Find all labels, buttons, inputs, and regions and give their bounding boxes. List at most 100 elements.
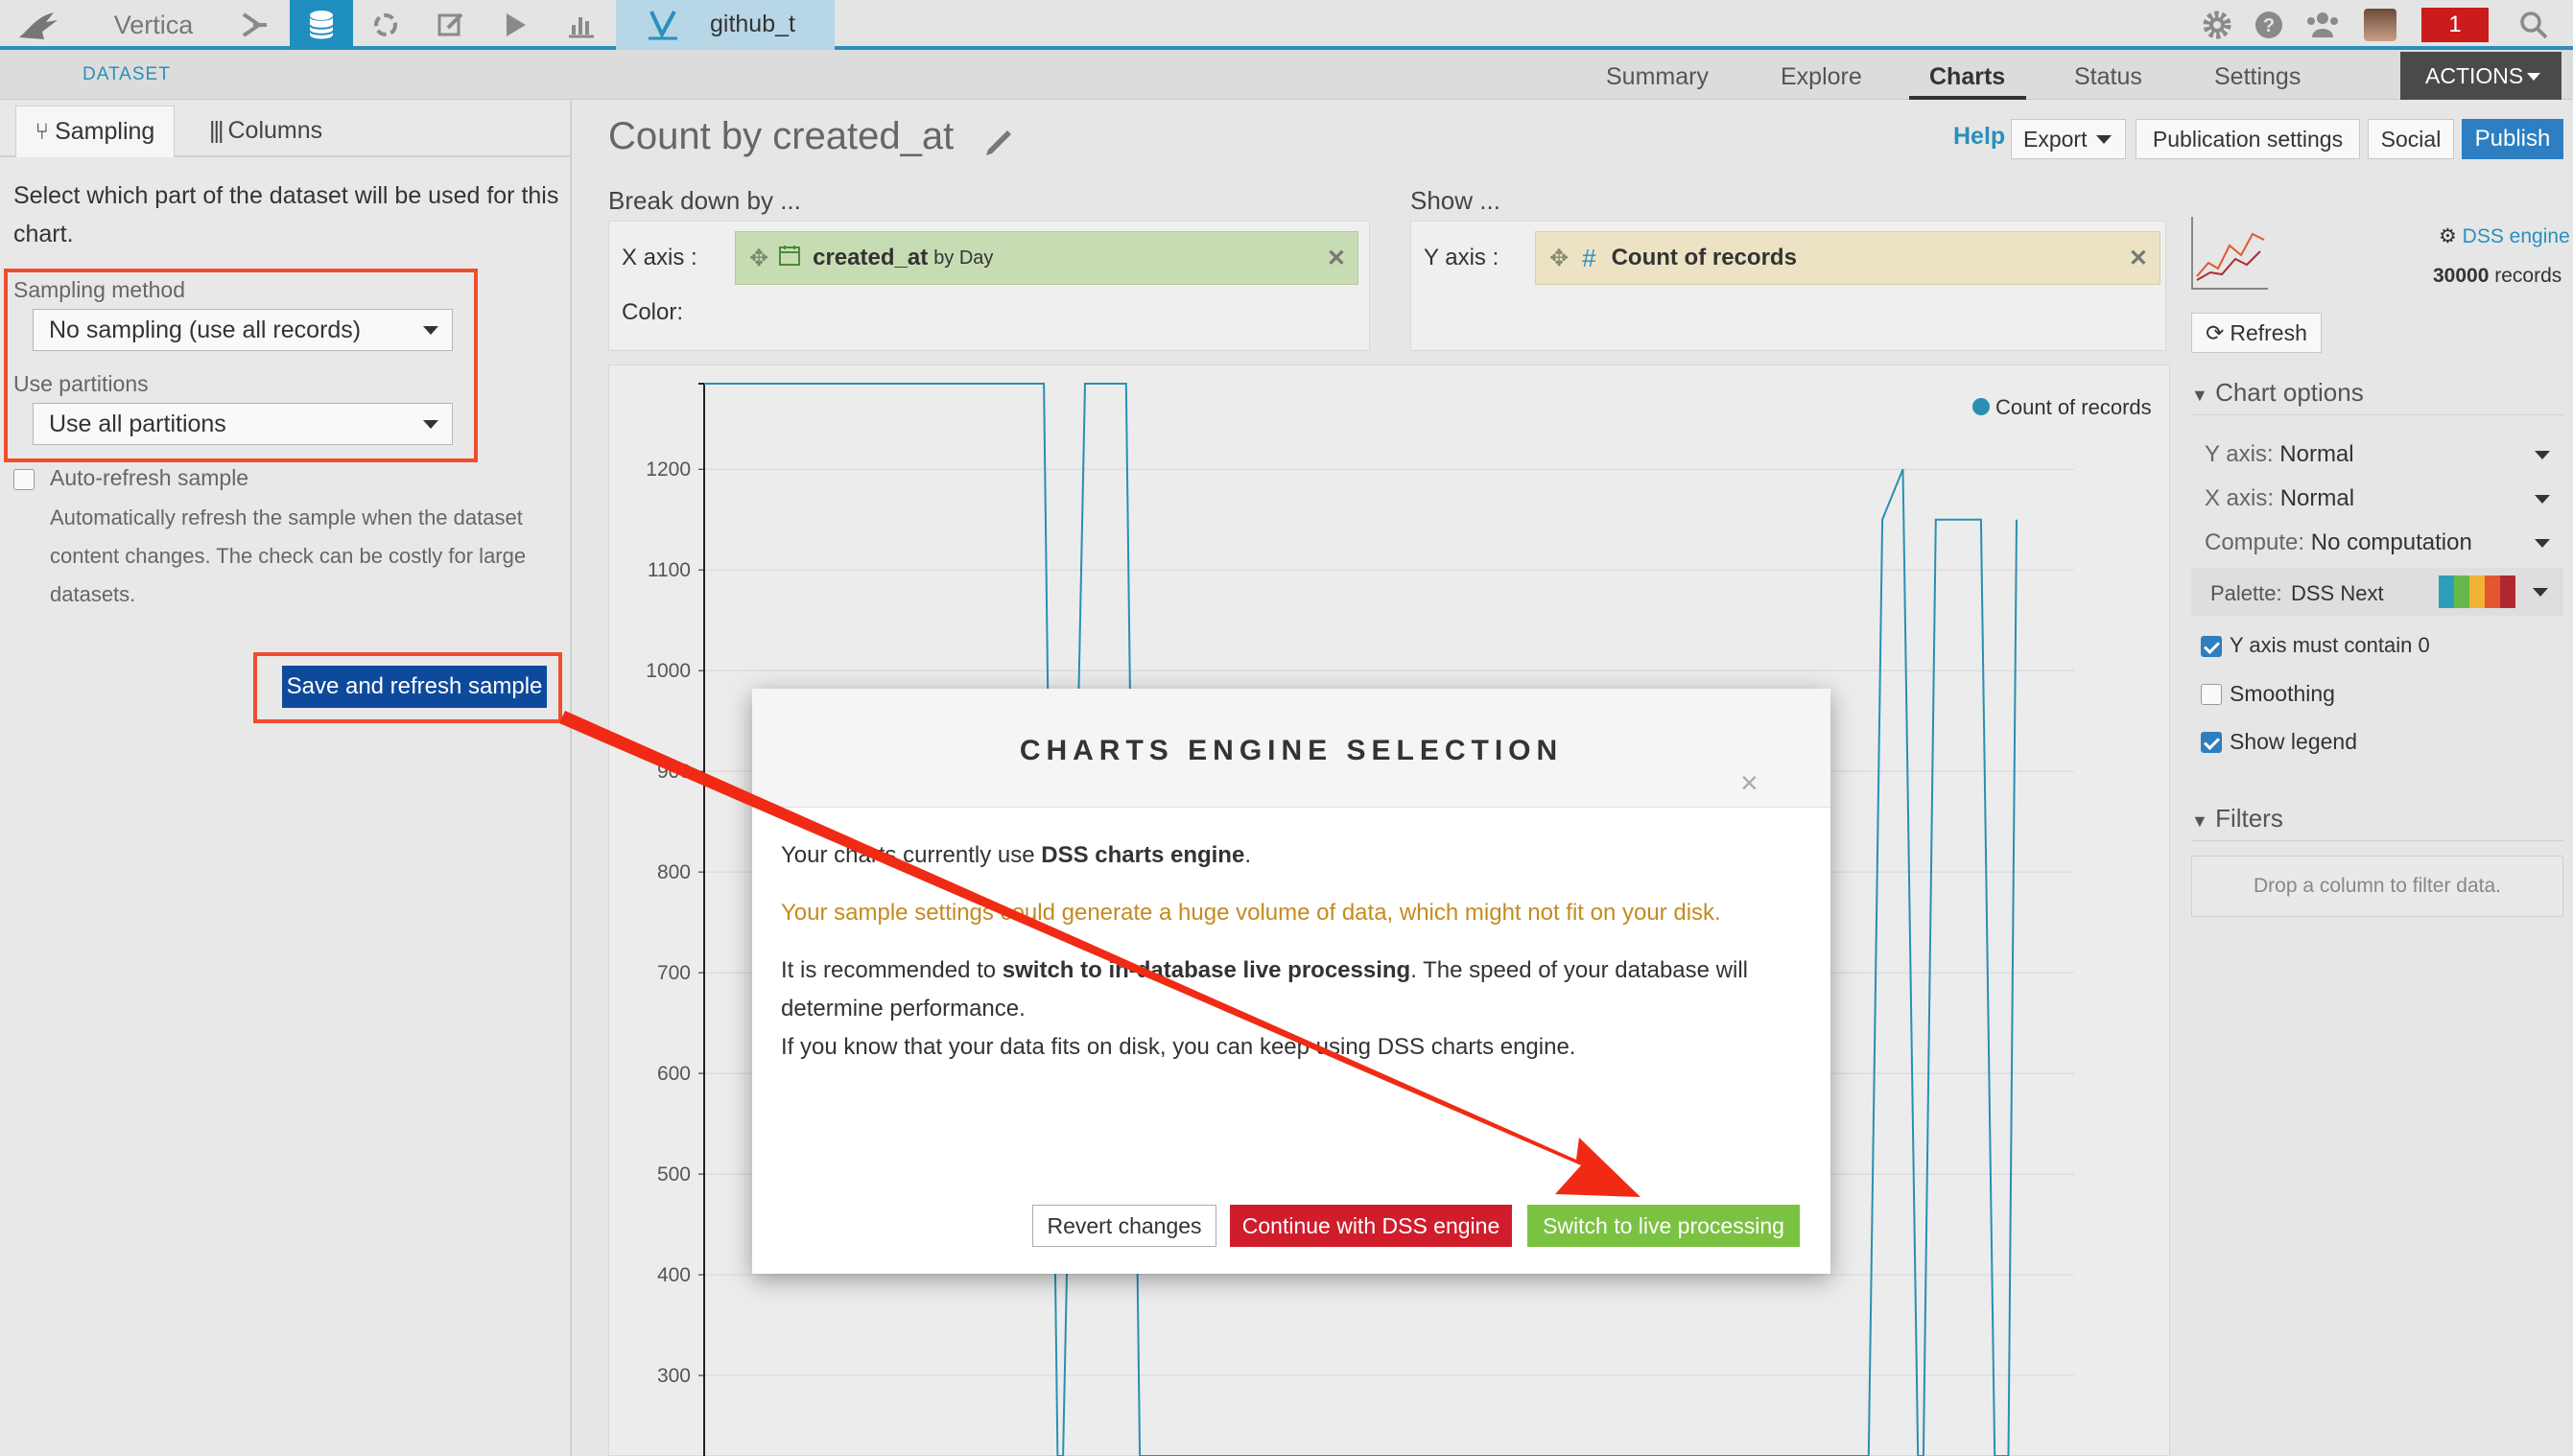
tab-summary[interactable]: Summary: [1606, 63, 1709, 91]
tab-status[interactable]: Status: [2074, 63, 2142, 91]
continue-dss-engine-button[interactable]: Continue with DSS engine: [1230, 1205, 1512, 1247]
compute-option-key: Compute:: [2205, 529, 2305, 555]
tab-sampling-label: Sampling: [55, 118, 155, 145]
publication-settings-button[interactable]: Publication settings: [2136, 119, 2360, 159]
section-label: DATASET: [83, 64, 171, 84]
filters-divider: [2191, 840, 2563, 841]
engine-link[interactable]: ⚙ DSS engine: [2439, 224, 2570, 248]
palette-select[interactable]: Palette: DSS Next: [2191, 568, 2563, 616]
sampling-method-select[interactable]: No sampling (use all records): [33, 309, 453, 351]
y-axis-label: Y axis :: [1424, 245, 1499, 270]
drag-handle-icon[interactable]: ✥: [1549, 245, 1569, 272]
chart-options-label: Chart options: [2215, 378, 2364, 407]
flow-icon[interactable]: [226, 0, 284, 50]
x-axis-scale-select[interactable]: X axis: Normal: [2205, 485, 2550, 512]
switch-live-processing-button[interactable]: Switch to live processing: [1527, 1205, 1800, 1247]
filter-drop-zone[interactable]: Drop a column to filter data.: [2191, 856, 2563, 917]
palette-swatch: [2454, 575, 2469, 608]
remove-x-column-icon[interactable]: ✕: [1327, 245, 1346, 272]
refresh-label: Refresh: [2230, 319, 2307, 345]
help-link[interactable]: Help: [1953, 123, 2005, 151]
sampling-icon: ⑂: [35, 118, 50, 145]
compute-select[interactable]: Compute: No computation: [2205, 529, 2550, 556]
chevron-down-icon: [423, 420, 438, 429]
records-number: 30000: [2433, 265, 2490, 287]
palette-swatch: [2439, 575, 2454, 608]
users-icon[interactable]: [2297, 0, 2349, 50]
partitions-select[interactable]: Use all partitions: [33, 403, 453, 445]
smoothing-checkbox[interactable]: [2201, 684, 2222, 705]
run-jobs-icon[interactable]: [487, 0, 545, 50]
x-axis-option-value: Normal: [2279, 485, 2355, 511]
y-contains-zero-checkbox[interactable]: [2201, 636, 2222, 657]
search-icon[interactable]: [2510, 0, 2558, 50]
records-suffix: records: [2494, 265, 2562, 287]
chart-type-thumbnail[interactable]: [2191, 217, 2268, 290]
tab-sampling[interactable]: ⑂ Sampling: [15, 106, 175, 157]
x-column-modifier[interactable]: by Day: [933, 247, 993, 270]
chart-title[interactable]: Count by created_at: [608, 115, 954, 158]
y-axis-scale-select[interactable]: Y axis: Normal: [2205, 441, 2550, 468]
collapse-caret-icon: ▼: [2191, 386, 2208, 405]
y-axis-option-key: Y axis:: [2205, 441, 2274, 467]
columns-icon: |||: [209, 117, 224, 144]
dataset-subnav: [0, 50, 2573, 100]
chevron-down-icon: [2096, 135, 2112, 144]
smoothing-label: Smoothing: [2230, 681, 2335, 706]
tab-explore[interactable]: Explore: [1781, 63, 1862, 91]
user-avatar[interactable]: [2364, 9, 2396, 41]
notebook-edit-icon[interactable]: [422, 0, 480, 50]
x-axis-option-key: X axis:: [2205, 485, 2275, 511]
dashboards-chart-icon[interactable]: [553, 0, 610, 50]
recommendation-pre: It is recommended to: [781, 957, 1003, 983]
legend-label: Count of records: [1995, 395, 2152, 419]
tab-columns[interactable]: ||| Columns: [209, 117, 322, 145]
chevron-down-icon: [2535, 451, 2550, 459]
refresh-button[interactable]: ⟳ Refresh: [2191, 313, 2322, 353]
edit-pencil-icon[interactable]: [980, 121, 1019, 166]
drag-handle-icon[interactable]: ✥: [749, 245, 768, 272]
auto-refresh-help: Automatically refresh the sample when th…: [50, 505, 527, 606]
legend-swatch: [1972, 398, 1990, 415]
social-button[interactable]: Social: [2368, 119, 2454, 159]
datasets-icon[interactable]: [290, 0, 353, 50]
y-tick-label: 300: [657, 1365, 691, 1387]
filters-header[interactable]: ▼ Filters: [2191, 804, 2283, 834]
breakdown-label: Break down by ...: [608, 186, 801, 215]
dataset-tab[interactable]: github_t: [616, 0, 835, 50]
auto-refresh-checkbox[interactable]: [13, 469, 35, 490]
show-legend-label: Show legend: [2230, 729, 2357, 754]
show-legend-checkbox[interactable]: [2201, 732, 2222, 753]
tab-charts[interactable]: Charts: [1929, 63, 2005, 91]
dataset-type-icon: [649, 8, 677, 47]
palette-swatches: [2439, 575, 2515, 608]
export-label: Export: [2023, 126, 2088, 152]
x-axis-column-pill[interactable]: ✥ created_at by Day ✕: [735, 231, 1358, 285]
modal-close-icon[interactable]: ×: [1740, 765, 1759, 801]
tab-settings[interactable]: Settings: [2214, 63, 2301, 91]
remove-y-measure-icon[interactable]: ✕: [2129, 245, 2148, 272]
auto-refresh-label: Auto-refresh sample: [50, 465, 249, 490]
recipes-icon[interactable]: [357, 0, 414, 50]
project-name[interactable]: Vertica: [96, 0, 211, 50]
palette-swatch: [2485, 575, 2500, 608]
keep-engine-text: If you know that your data fits on disk,…: [781, 1034, 1576, 1060]
tab-columns-label: Columns: [227, 117, 323, 144]
recommendation-text: It is recommended to switch to in-databa…: [781, 951, 1798, 1028]
y-axis-measure-pill[interactable]: ✥ # Count of records ✕: [1535, 231, 2160, 285]
partitions-label: Use partitions: [13, 371, 149, 396]
actions-button[interactable]: ACTIONS: [2400, 52, 2561, 100]
save-refresh-sample-button[interactable]: Save and refresh sample: [282, 666, 547, 708]
notifications-badge[interactable]: 1: [2421, 8, 2489, 42]
settings-gear-icon[interactable]: [2193, 0, 2241, 50]
palette-key: Palette:: [2210, 581, 2282, 605]
revert-changes-button[interactable]: Revert changes: [1032, 1205, 1216, 1247]
top-navigation-bar: Vertica github_t ? 1: [0, 0, 2573, 50]
y-tick-label: 600: [657, 1063, 691, 1085]
chart-options-header[interactable]: ▼ Chart options: [2191, 378, 2364, 408]
dss-logo-icon[interactable]: [10, 0, 67, 50]
help-icon[interactable]: ?: [2245, 0, 2293, 50]
export-button[interactable]: Export: [2011, 119, 2126, 159]
sampling-method-value: No sampling (use all records): [49, 316, 362, 343]
publish-button[interactable]: Publish: [2462, 119, 2563, 159]
